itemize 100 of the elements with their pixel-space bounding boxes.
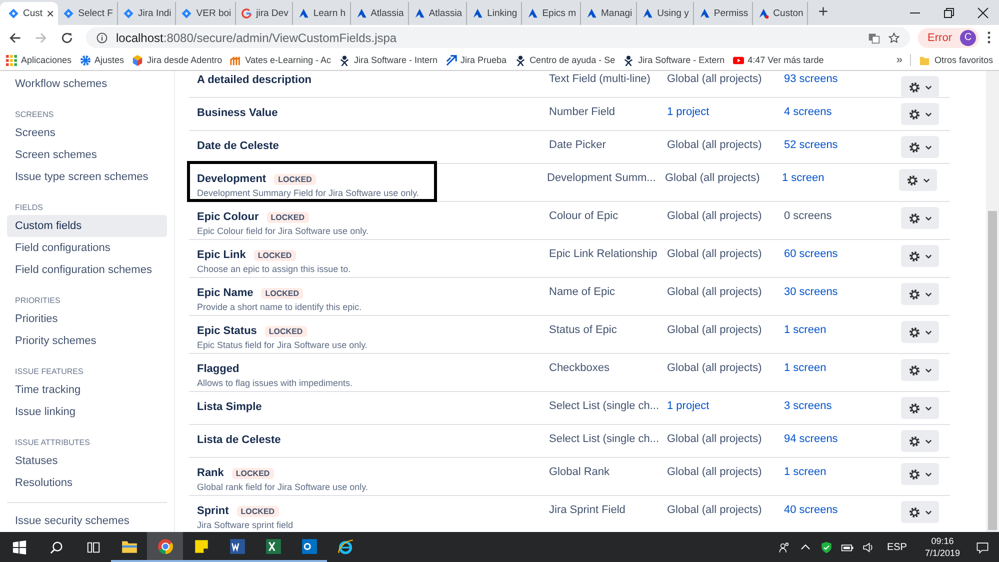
search-icon[interactable] (49, 540, 64, 554)
taskbar-app[interactable] (147, 532, 183, 562)
restore-icon[interactable] (943, 6, 955, 18)
context-link[interactable]: 1 project (667, 106, 710, 118)
profile-button[interactable]: Error C (918, 28, 979, 48)
close-icon[interactable] (977, 6, 989, 18)
field-type: Select List (single ch... (549, 400, 660, 412)
actions-menu-button[interactable] (901, 136, 939, 158)
bookmark-folder[interactable]: Otros favoritos (919, 54, 993, 66)
actions-menu-button[interactable] (901, 463, 939, 485)
address-field[interactable]: localhost:8080/secure/admin/ViewCustomFields.jspa (86, 27, 910, 48)
browser-tab[interactable]: Atlassia (350, 2, 409, 25)
context-text: Global (all projects) (667, 139, 762, 151)
locked-lozenge: LOCKED (264, 326, 307, 336)
chevron-down-icon (924, 404, 932, 412)
shield-icon[interactable] (820, 540, 833, 554)
bookmark[interactable]: Aplicaciones (6, 54, 72, 66)
back-arrow-icon[interactable] (8, 30, 22, 44)
sidebar-item[interactable]: Priority schemes (7, 330, 167, 352)
screens-link[interactable]: 1 screen (784, 466, 826, 478)
star-icon[interactable] (888, 32, 900, 44)
sidebar-item[interactable]: Issue type screen schemes (7, 166, 167, 188)
sidebar-item[interactable]: Screen schemes (7, 144, 167, 166)
more-bookmarks-button[interactable]: » (896, 54, 912, 66)
actions-menu-button[interactable] (901, 501, 939, 523)
screens-link[interactable]: 40 screens (784, 504, 838, 516)
windows-start-icon[interactable] (12, 540, 27, 554)
chevron-down-icon (924, 110, 932, 118)
gear-icon (908, 402, 920, 414)
person-icon (514, 54, 526, 66)
triangle-logo-icon (698, 8, 710, 19)
screens-link[interactable]: 60 screens (784, 248, 838, 260)
sidebar-item[interactable]: Issue linking (7, 401, 167, 423)
sidebar-item[interactable]: Screens (7, 122, 167, 144)
sidebar-item[interactable]: Workflow schemes (7, 73, 167, 95)
sidebar-item[interactable]: Issue security schemes (7, 510, 167, 532)
context-text: Global (all projects) (667, 433, 762, 445)
translate-icon[interactable] (868, 32, 880, 44)
task-view-icon[interactable] (86, 540, 101, 554)
bookmark[interactable]: Ajustes (80, 54, 124, 66)
round-logo-icon (156, 538, 174, 554)
notification-icon[interactable] (976, 540, 989, 554)
people-icon[interactable] (778, 540, 791, 554)
sidebar-item[interactable]: Priorities (7, 308, 167, 330)
language-indicator[interactable]: ESP (886, 542, 907, 552)
screens-link[interactable]: 3 screens (784, 400, 832, 412)
field-name: Date de Celeste (197, 140, 279, 152)
actions-menu-button[interactable] (901, 245, 939, 267)
screens-link[interactable]: 1 screen (784, 324, 826, 336)
actions-menu-button[interactable] (901, 283, 939, 305)
context-link[interactable]: 1 project (667, 400, 710, 412)
triangle-logo-icon (586, 8, 597, 19)
bookmark[interactable]: Jira Software - Extern (623, 54, 725, 66)
actions-menu-button[interactable] (901, 103, 939, 125)
chevron-down-icon (924, 366, 932, 374)
context-text: Global (all projects) (667, 248, 762, 260)
sidebar-item[interactable]: Field configuration schemes (7, 259, 167, 281)
screens-link[interactable]: 30 screens (784, 286, 838, 298)
screens-link[interactable]: 93 screens (784, 73, 838, 85)
actions-menu-button[interactable] (901, 359, 939, 381)
sidebar-item[interactable]: Custom fields (7, 215, 167, 237)
gear-icon (908, 108, 920, 120)
bookmark[interactable]: Jira desde Adentro (132, 54, 222, 66)
context-text: Global (all projects) (667, 362, 762, 374)
bookmark[interactable]: 4:47 Ver más tarde (732, 54, 824, 66)
actions-menu-button[interactable] (899, 169, 937, 191)
gear-icon (908, 82, 920, 92)
sidebar-item[interactable]: Field configurations (7, 237, 167, 259)
sidebar-item[interactable]: Time tracking (7, 379, 167, 401)
bookmark[interactable]: Vates e-Learning - Ac (230, 54, 331, 66)
bookmark[interactable]: Jira Software - Intern (339, 54, 438, 66)
gear-icon (908, 142, 920, 152)
bookmark[interactable]: Jira Prueba (446, 54, 507, 66)
menu-icon[interactable] (987, 31, 991, 44)
actions-menu-button[interactable] (901, 430, 939, 452)
sidebar-item[interactable]: Statuses (7, 450, 167, 472)
triangle-logo-icon (527, 8, 538, 19)
scrollbar[interactable] (986, 71, 999, 532)
play-icon (732, 54, 744, 66)
sidebar-item[interactable]: Resolutions (7, 472, 167, 494)
actions-menu-button[interactable] (901, 321, 939, 343)
screens-link[interactable]: 1 screen (784, 362, 826, 374)
screens-link[interactable]: 4 screens (784, 106, 832, 118)
new-tab-button[interactable]: + (818, 2, 828, 22)
locked-lozenge: LOCKED (254, 250, 296, 260)
screens-link[interactable]: 1 screen (782, 172, 824, 184)
triangle-logo-icon (642, 8, 654, 19)
reload-icon[interactable] (60, 30, 74, 44)
screens-link[interactable]: 52 screens (784, 139, 838, 151)
actions-menu-button[interactable] (901, 76, 939, 98)
speaker-icon[interactable] (862, 540, 875, 554)
actions-menu-button[interactable] (901, 207, 939, 229)
field-description: Choose an epic to assign this issue to. (197, 264, 352, 274)
actions-menu-button[interactable] (901, 397, 939, 419)
browser-tab[interactable]: Cust × (0, 2, 58, 25)
screens-link[interactable]: 94 screens (784, 433, 838, 445)
bookmark[interactable]: Centro de ayuda - Se (514, 54, 616, 66)
clock[interactable]: 09:16 7/1/2019 (924, 535, 960, 559)
chevron-down-icon (924, 290, 932, 298)
gear-icon (908, 326, 920, 338)
